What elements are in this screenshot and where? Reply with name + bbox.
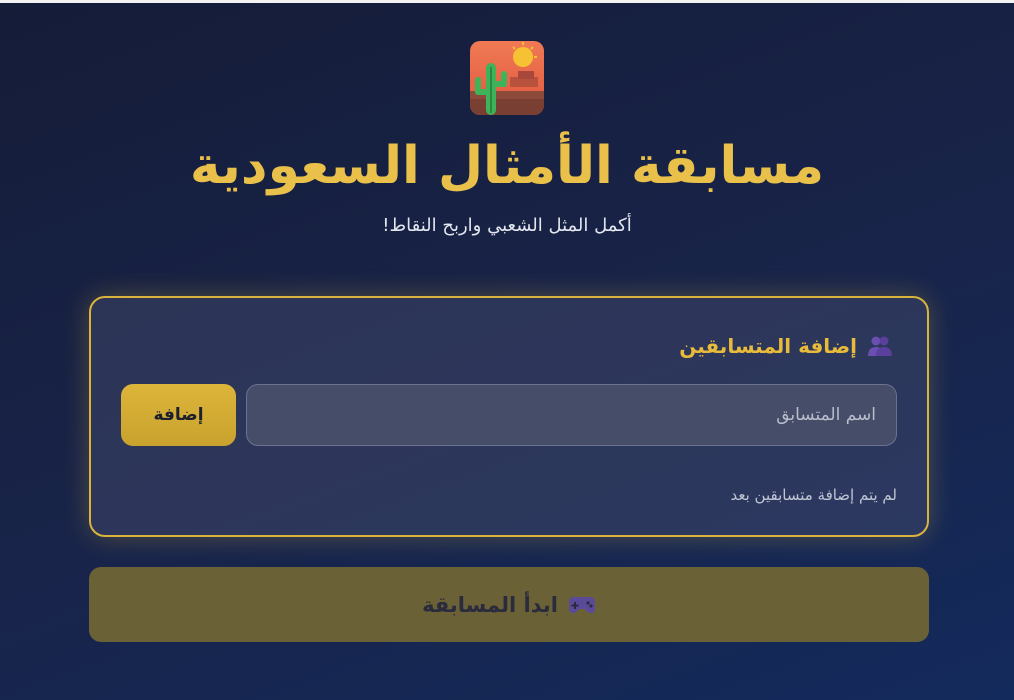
page-title: مسابقة الأمثال السعودية xyxy=(189,136,825,196)
gamepad-icon xyxy=(568,595,596,615)
add-contestant-button[interactable]: إضافة xyxy=(121,384,236,446)
card-heading-label: إضافة المتسابقين xyxy=(679,334,857,358)
card-heading: إضافة المتسابقين xyxy=(679,334,893,358)
contestant-name-input[interactable] xyxy=(246,384,897,446)
start-contest-button[interactable]: ابدأ المسابقة xyxy=(89,567,929,642)
users-icon xyxy=(867,335,893,357)
desert-cactus-icon xyxy=(470,41,544,115)
add-contestant-row: إضافة xyxy=(121,384,897,446)
contestants-card: إضافة المتسابقين إضافة لم يتم إضافة متسا… xyxy=(89,296,929,537)
empty-contestants-message: لم يتم إضافة متسابقين بعد xyxy=(730,486,897,504)
header: مسابقة الأمثال السعودية أكمل المثل الشعب… xyxy=(0,41,1014,236)
page-subtitle: أكمل المثل الشعبي واربح النقاط! xyxy=(382,214,632,236)
start-contest-label: ابدأ المسابقة xyxy=(422,592,558,617)
